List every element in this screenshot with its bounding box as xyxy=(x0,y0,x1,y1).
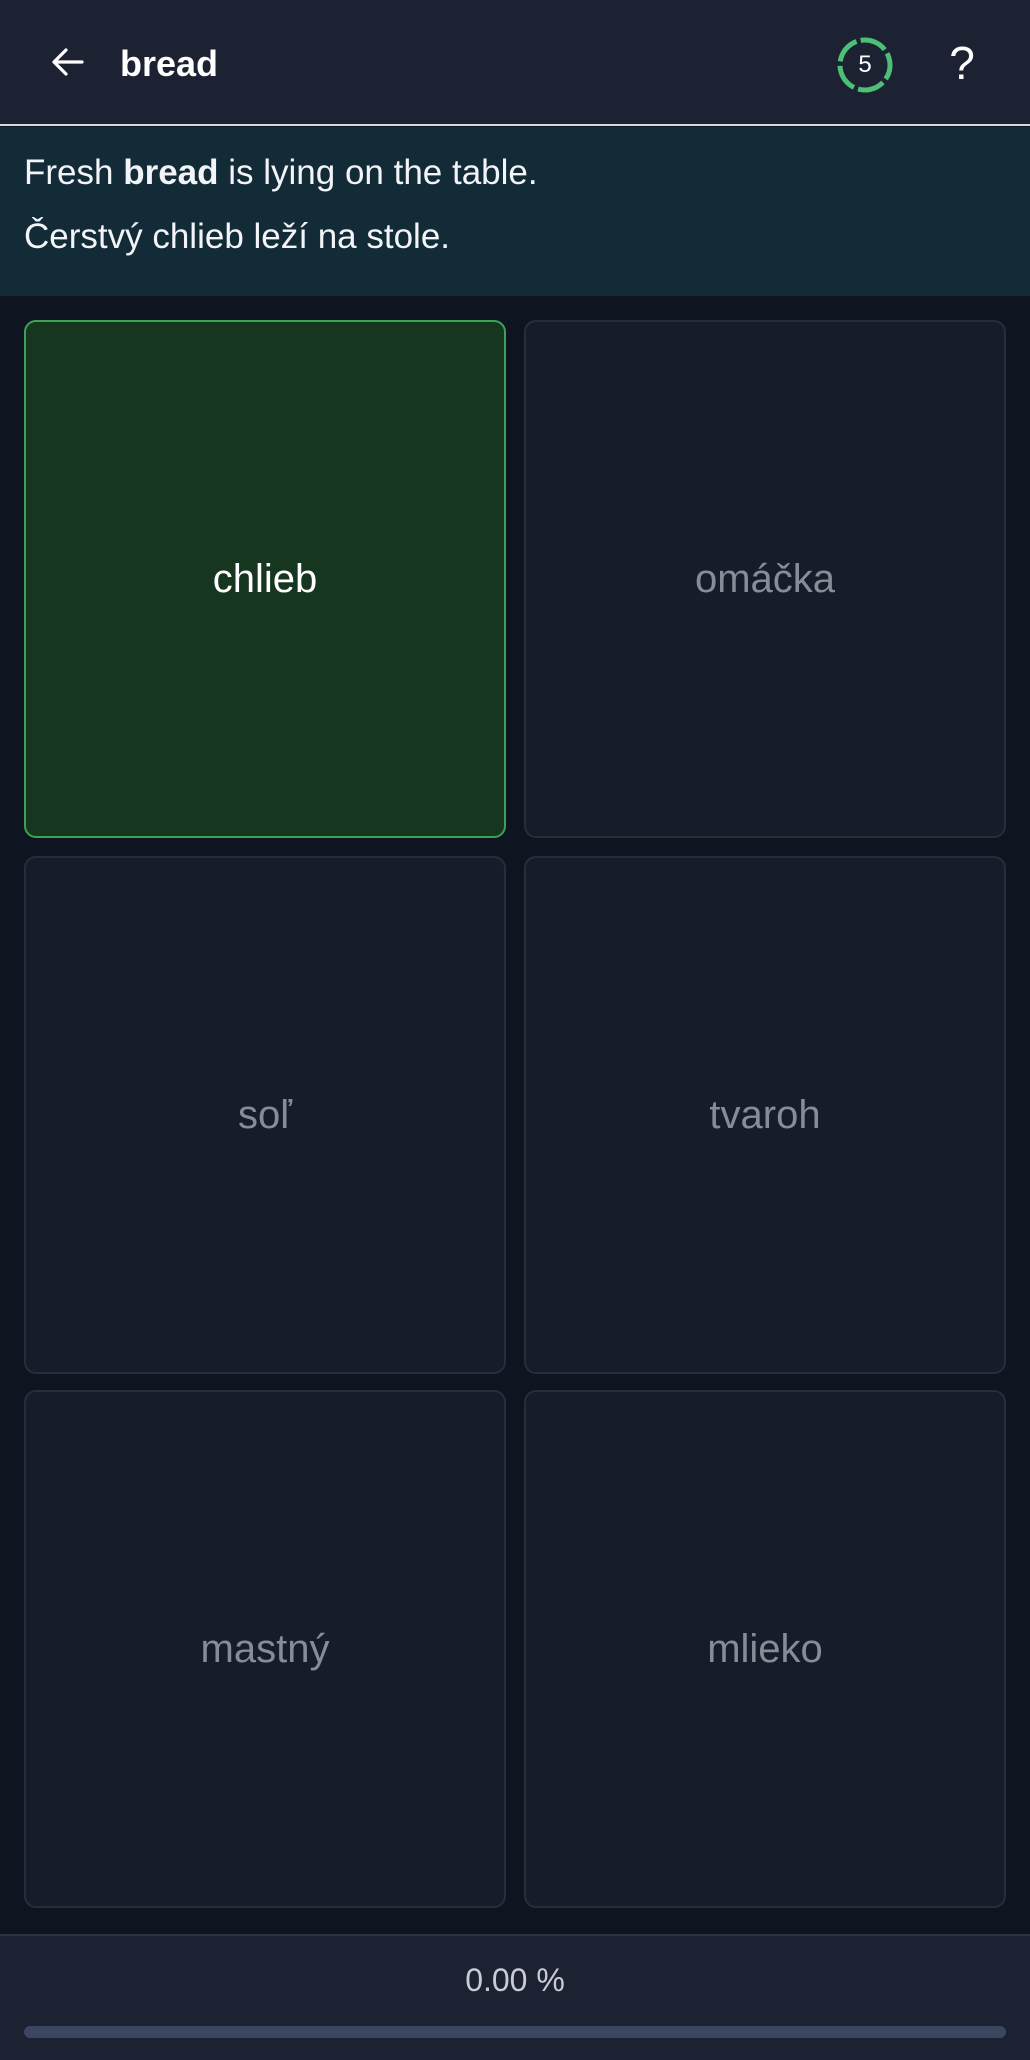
answer-option-label: omáčka xyxy=(694,556,836,601)
answer-option[interactable]: mlieko xyxy=(524,1390,1006,1908)
slovak-sentence: Čerstvý chlieb leží na stole. xyxy=(24,217,451,256)
remaining-counter: 5 xyxy=(836,36,894,94)
answer-option-label: soľ xyxy=(238,1092,292,1137)
answer-option[interactable]: chlieb xyxy=(24,320,506,838)
english-sentence-start: Fresh xyxy=(24,153,124,192)
help-button[interactable]: ? xyxy=(932,30,992,96)
answer-option[interactable]: omáčka xyxy=(524,320,1006,838)
sentence-panel: Fresh bread is lying on the table. Čerst… xyxy=(0,127,1030,296)
progress-percent: 0.00 % xyxy=(465,1962,565,1998)
answer-option-label: mlieko xyxy=(707,1626,823,1671)
answer-option-label: tvaroh xyxy=(709,1092,821,1137)
english-sentence-end: is lying on the table. xyxy=(218,153,538,192)
answer-option[interactable]: tvaroh xyxy=(524,856,1006,1374)
answer-option-label: chlieb xyxy=(212,556,318,601)
english-keyword: bread xyxy=(123,153,219,192)
answer-option[interactable]: mastný xyxy=(24,1390,506,1908)
counter-value: 5 xyxy=(858,51,872,78)
progress-footer: 0.00 % xyxy=(0,1934,1030,2060)
back-button[interactable] xyxy=(38,32,98,92)
progress-bar xyxy=(24,2026,1006,2038)
arrow-left-icon xyxy=(52,48,84,76)
answer-option-label: mastný xyxy=(200,1626,330,1671)
answer-option[interactable]: soľ xyxy=(24,856,506,1374)
top-bar: bread 5 ? xyxy=(0,0,1030,126)
page-title: bread xyxy=(120,43,219,84)
english-sentence: Fresh bread is lying on the table. xyxy=(24,153,538,193)
